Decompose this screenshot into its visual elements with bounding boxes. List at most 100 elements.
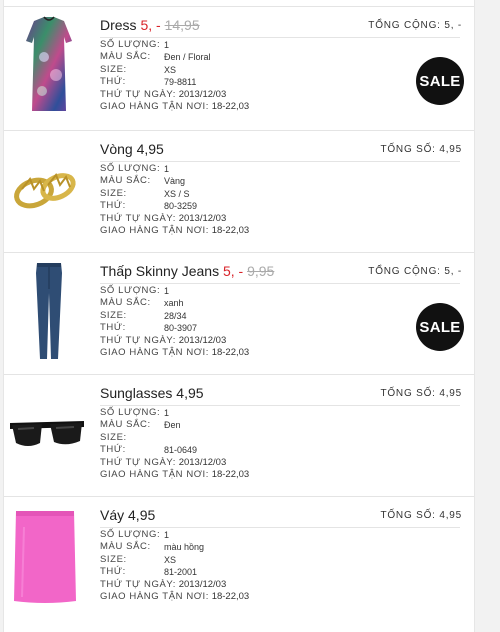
item-details: SỐ LƯỢNG: 1 MÀU SẮC: màu hồng SIZE: XS THỨ:… (100, 529, 249, 603)
order-item: Dress 5, - 14,95 TỔNG CỘNG: 5, - SỐ LƯỢN… (4, 6, 474, 127)
sale-price: 5, - (222, 263, 244, 279)
delivery-label: GIAO HÀNG TẬN NƠI: (100, 224, 210, 236)
divider (100, 37, 460, 38)
total-value: 5, - (444, 266, 462, 277)
article-label: THỨ: (100, 444, 126, 456)
color-label: MÀU SẮC: (100, 541, 151, 553)
total-value: 4,95 (439, 388, 462, 399)
old-price: 9,95 (247, 263, 275, 279)
order-item: Sunglasses 4,95 TỐNG SỐ: 4,95 SỐ LƯỢNG: 1… (4, 374, 474, 495)
delivery-value: 18-22,03 (211, 100, 250, 112)
jeans-image[interactable] (4, 253, 90, 373)
item-name[interactable]: Thấp Skinny Jeans 5, - 9,95 (100, 263, 274, 279)
item-name[interactable]: Dress 5, - 14,95 (100, 17, 200, 33)
article-label: THỨ: (100, 322, 126, 334)
qty-value: 1 (164, 286, 170, 296)
divider (100, 283, 460, 284)
article-value: 80-3907 (164, 323, 198, 334)
qty-value: 1 (164, 164, 170, 174)
total-value: 5, - (444, 20, 462, 31)
color-value: màu hồng (164, 542, 205, 553)
item-price: 4,95 (136, 141, 164, 157)
qty-label: SỐ LƯỢNG: (100, 529, 161, 540)
qty-label: SỐ LƯỢNG: (100, 163, 161, 174)
article-value: 80-3259 (164, 201, 198, 212)
sale-price: 5, - (140, 17, 161, 33)
total-value: 4,95 (439, 510, 462, 521)
item-details: SỐ LƯỢNG: 1 MÀU SẮC: Đen / Floral SIZE: XS … (100, 39, 249, 113)
color-value: Đen (164, 420, 181, 431)
item-details: SỐ LƯỢNG: 1 MÀU SẮC: Vàng SIZE: XS / S THỨ:… (100, 163, 249, 237)
size-label: SIZE: (100, 553, 127, 565)
delivery-value: 18-22,03 (211, 224, 250, 236)
item-name[interactable]: Váy 4,95 (100, 507, 155, 523)
color-value: xanh (164, 298, 184, 309)
article-label: THỨ: (100, 200, 126, 212)
delivery-label: GIAO HÀNG TẬN NƠI: (100, 468, 210, 480)
article-value: 81-2001 (164, 567, 198, 578)
sale-badge: SALE (416, 57, 464, 105)
color-label: MÀU SẮC: (100, 297, 151, 309)
divider (100, 405, 460, 406)
article-label: THỨ: (100, 566, 126, 578)
qty-label: SỐ LƯỢNG: (100, 285, 161, 296)
item-price: 4,95 (176, 385, 204, 401)
item-title[interactable]: Vòng (100, 141, 133, 157)
order-date-label: THỨ TỰ NGÀY: (100, 456, 177, 468)
size-label: SIZE: (100, 187, 127, 199)
delivery-value: 18-22,03 (211, 590, 250, 602)
order-date-value: 2013/12/03 (178, 212, 227, 224)
qty-value: 1 (164, 408, 170, 418)
order-items-panel: Dress 5, - 14,95 TỔNG CỘNG: 5, - SỐ LƯỢN… (3, 0, 475, 632)
total-label: TỔNG CỘNG: (368, 266, 441, 277)
order-date-label: THỨ TỰ NGÀY: (100, 212, 177, 224)
item-name[interactable]: Sunglasses 4,95 (100, 385, 204, 401)
item-total: TỐNG SỐ: 4,95 (380, 144, 462, 155)
item-name[interactable]: Vòng 4,95 (100, 141, 164, 157)
size-value: XS (164, 554, 177, 565)
order-date-value: 2013/12/03 (178, 578, 227, 590)
color-label: MÀU SẮC: (100, 175, 151, 187)
order-date-label: THỨ TỰ NGÀY: (100, 88, 177, 100)
item-title[interactable]: Thấp Skinny Jeans (100, 263, 219, 279)
delivery-value: 18-22,03 (211, 346, 250, 358)
order-date-value: 2013/12/03 (178, 88, 227, 100)
qty-label: SỐ LƯỢNG: (100, 39, 161, 50)
color-label: MÀU SẮC: (100, 51, 151, 63)
total-label: TỐNG SỐ: (380, 388, 436, 399)
item-total: TỐNG SỐ: 4,95 (380, 510, 462, 521)
size-label: SIZE: (100, 431, 127, 443)
item-title[interactable]: Váy (100, 507, 124, 523)
order-date-label: THỨ TỰ NGÀY: (100, 578, 177, 590)
item-total: TỔNG CỘNG: 5, - (368, 20, 462, 31)
color-label: MÀU SẮC: (100, 419, 151, 431)
order-date-label: THỨ TỰ NGÀY: (100, 334, 177, 346)
sunglasses-image[interactable] (4, 375, 90, 495)
divider (100, 527, 460, 528)
total-label: TỔNG CỘNG: (368, 20, 441, 31)
delivery-value: 18-22,03 (211, 468, 250, 480)
item-price: 4,95 (128, 507, 156, 523)
bracelet-image[interactable] (4, 131, 90, 251)
qty-label: SỐ LƯỢNG: (100, 407, 161, 418)
article-value: 79-8811 (164, 77, 197, 88)
size-value: XS (164, 64, 177, 75)
item-details: SỐ LƯỢNG: 1 MÀU SẮC: Đen SIZE: THỨ: 81-0649… (100, 407, 249, 481)
delivery-label: GIAO HÀNG TẬN NƠI: (100, 590, 210, 602)
old-price: 14,95 (164, 17, 200, 33)
item-title[interactable]: Sunglasses (100, 385, 172, 401)
size-value: XS / S (164, 188, 190, 199)
item-total: TỐNG SỐ: 4,95 (380, 388, 462, 399)
size-label: SIZE: (100, 309, 127, 321)
size-value: 28/34 (164, 310, 187, 321)
skirt-image[interactable] (4, 497, 90, 617)
order-item: Thấp Skinny Jeans 5, - 9,95 TỔNG CỘNG: 5… (4, 252, 474, 373)
total-value: 4,95 (439, 144, 462, 155)
size-label: SIZE: (100, 63, 127, 75)
order-date-value: 2013/12/03 (178, 334, 227, 346)
dress-image[interactable] (4, 7, 90, 127)
article-label: THỨ: (100, 76, 126, 88)
color-value: Đen / Floral (164, 52, 211, 63)
item-details: SỐ LƯỢNG: 1 MÀU SẮC: xanh SIZE: 28/34 THỨ: 8… (100, 285, 249, 359)
item-title[interactable]: Dress (100, 17, 137, 33)
